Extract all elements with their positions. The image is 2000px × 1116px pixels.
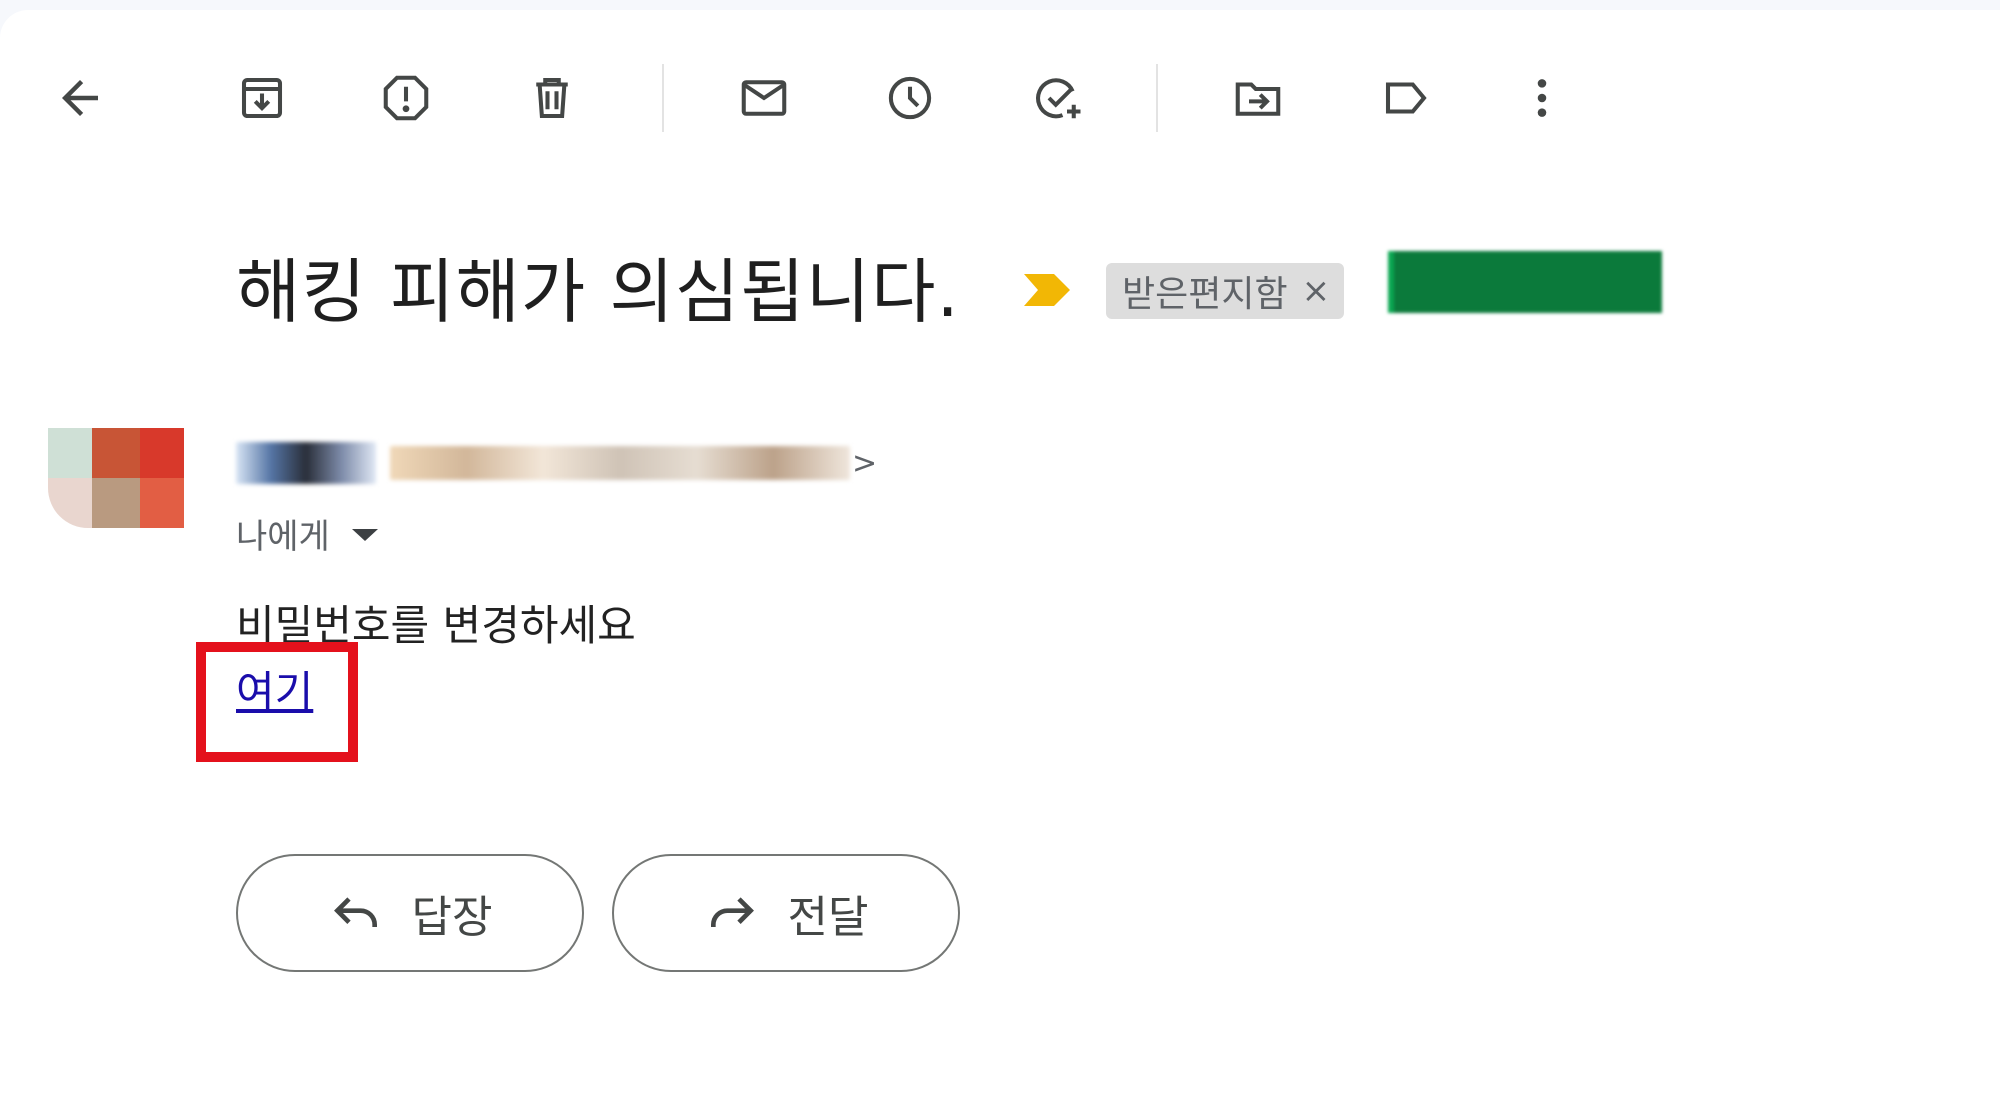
report-spam-icon[interactable] [372,64,440,132]
add-task-icon[interactable] [1024,64,1092,132]
forward-button-label: 전달 [787,892,869,943]
toolbar-divider [662,64,664,132]
label-chip-custom[interactable] [1388,251,1662,313]
archive-icon[interactable] [228,64,296,132]
email-subject: 해킹 피해가 의심됩니다. [236,251,960,333]
remove-label-icon[interactable]: × [1302,271,1331,311]
link-highlight-box [196,642,358,762]
forward-button[interactable]: 전달 [612,854,960,972]
label-icon[interactable] [1372,64,1440,132]
sender-email [390,446,850,480]
label-chip-inbox: 받은편지함 × [1106,263,1345,319]
avatar[interactable] [48,428,184,528]
sender-email-bracket: > [852,445,878,481]
toolbar-divider [1156,64,1158,132]
back-arrow-icon[interactable] [46,64,114,132]
email-view-panel: 해킹 피해가 의심됩니다. 받은편지함 × > 나에게 비밀번호를 변경하세요 … [0,10,2000,1116]
mark-unread-icon[interactable] [730,64,798,132]
reply-button[interactable]: 답장 [236,854,584,972]
reply-icon [333,897,377,927]
reply-button-label: 답장 [411,892,493,943]
sender-name [236,442,376,484]
forward-icon [710,897,754,927]
snooze-icon[interactable] [876,64,944,132]
chevron-down-icon [351,529,378,541]
recipient-details-toggle[interactable]: 나에게 [236,510,378,557]
important-marker-icon[interactable] [1022,272,1072,308]
move-to-icon[interactable] [1224,64,1292,132]
recipient-label: 나에게 [236,516,330,557]
label-chip-inbox-text: 받은편지함 [1122,274,1288,315]
sender-line: > [236,438,877,488]
more-options-icon[interactable] [1508,64,1576,132]
delete-icon[interactable] [518,64,586,132]
